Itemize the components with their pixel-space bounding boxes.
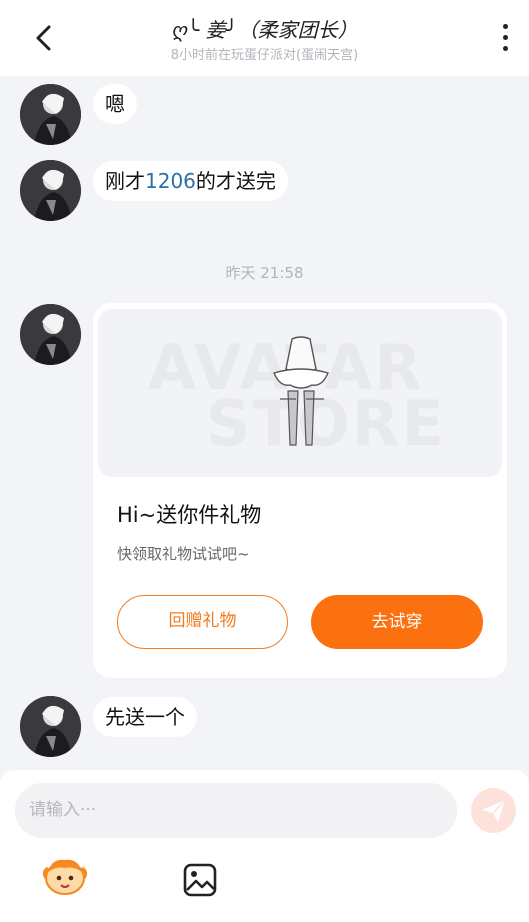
avatar[interactable] (20, 84, 81, 145)
try-on-button[interactable]: 去试穿 (311, 595, 483, 649)
message-input[interactable]: 请输入··· (15, 783, 457, 838)
paper-plane-icon (482, 799, 506, 822)
gift-card-subtitle: 快领取礼物试试吧~ (117, 545, 250, 563)
more-vertical-icon[interactable] (499, 24, 511, 54)
top-bar: ღ╰ 姜╯（柔家团长） 8小时前在玩蛋仔派对(蛋闹天宫) (0, 0, 529, 76)
message-bubble: 嗯 (93, 84, 137, 124)
chat-title: ღ╰ 姜╯（柔家团长） (171, 18, 358, 42)
timestamp: 昨天 21:58 (225, 264, 304, 282)
avatar[interactable] (20, 696, 81, 757)
avatar[interactable] (20, 160, 81, 221)
message-bubble: 先送一个 (93, 697, 197, 737)
return-gift-button[interactable]: 回赠礼物 (117, 595, 288, 649)
send-button[interactable] (471, 788, 516, 833)
avatar[interactable] (20, 304, 81, 365)
highlighted-number: 1206 (145, 169, 196, 193)
composer-bar: 请输入··· (0, 770, 529, 922)
gift-card-title: Hi~送你件礼物 (117, 503, 262, 527)
message-bubble: 刚才1206的才送完 (93, 161, 288, 201)
image-icon[interactable] (182, 862, 218, 898)
eggy-emoji-icon[interactable] (42, 856, 88, 896)
gift-preview-image: AVATAR STORE (98, 309, 502, 477)
outfit-item-icon (273, 336, 329, 446)
gift-card[interactable]: AVATAR STORE Hi~送你件礼物 快领取礼物试试吧~ 回赠礼物 去试穿 (93, 303, 507, 678)
chat-status: 8小时前在玩蛋仔派对(蛋闹天宫) (170, 48, 359, 63)
